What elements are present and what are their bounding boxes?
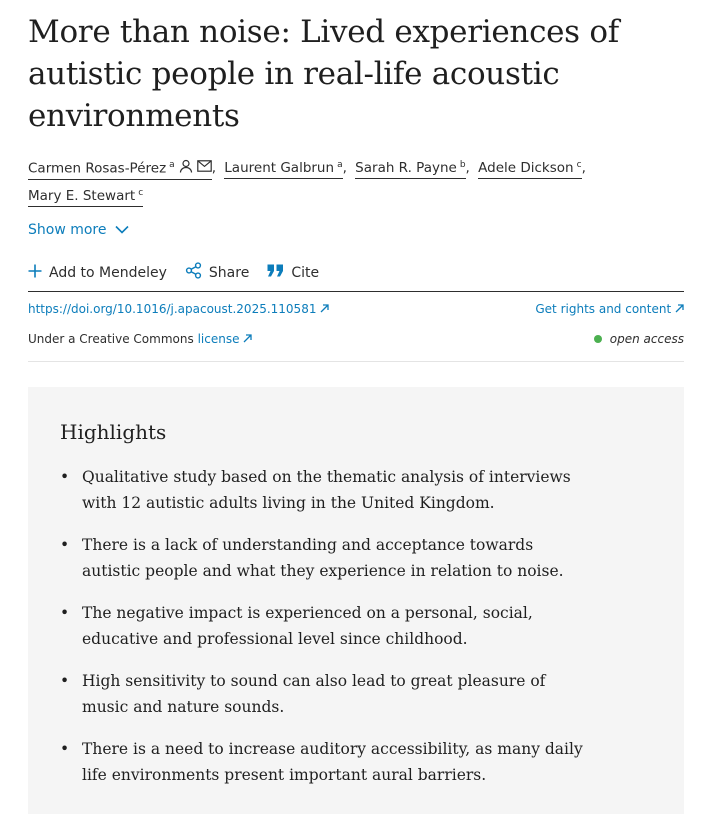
author-link[interactable]: Sarah R. Payne b	[355, 159, 466, 179]
list-item: Qualitative study based on the thematic …	[60, 464, 590, 516]
license-row: Under a Creative Commons license open ac…	[28, 332, 684, 346]
external-link-icon	[320, 302, 329, 316]
rights-link[interactable]: Get rights and content	[535, 302, 684, 316]
share-button[interactable]: Share	[185, 262, 249, 283]
list-item: The negative impact is experienced on a …	[60, 600, 590, 652]
divider	[28, 361, 684, 362]
author-link[interactable]: Carmen Rosas-Pérez a	[28, 159, 212, 180]
author-link[interactable]: Laurent Galbrun a	[224, 159, 343, 179]
highlights-box: Highlights Qualitative study based on th…	[28, 387, 684, 814]
author-list: Carmen Rosas-Pérez a, Laurent Galbrun a, S…	[28, 156, 668, 208]
quote-icon	[267, 264, 284, 281]
external-link-icon	[243, 334, 252, 343]
article-title: More than noise: Lived experiences of au…	[28, 14, 619, 134]
external-link-icon	[675, 302, 684, 316]
highlights-title: Highlights	[60, 420, 167, 444]
open-access-dot-icon	[593, 335, 602, 343]
list-item: There is a need to increase auditory acc…	[60, 736, 590, 788]
cite-button[interactable]: Cite	[267, 264, 319, 281]
open-access-badge: open access	[593, 332, 684, 346]
list-item: High sensitivity to sound can also lead …	[60, 668, 590, 720]
share-icon	[185, 262, 202, 283]
doi-row: https://doi.org/10.1016/j.apacoust.2025.…	[28, 302, 684, 316]
article-actions: Add to Mendeley Share Cite	[28, 262, 337, 283]
person-icon[interactable]	[179, 159, 193, 178]
author-link[interactable]: Adele Dickson c	[478, 159, 582, 179]
license-link[interactable]: license	[198, 332, 253, 346]
add-to-mendeley-button[interactable]: Add to Mendeley	[28, 264, 167, 282]
list-item: There is a lack of understanding and acc…	[60, 532, 590, 584]
author-link[interactable]: Mary E. Stewart c	[28, 187, 144, 207]
email-icon[interactable]	[196, 159, 212, 177]
doi-link[interactable]: https://doi.org/10.1016/j.apacoust.2025.…	[28, 302, 329, 316]
license-text: Under a Creative Commons license	[28, 332, 252, 346]
chevron-down-icon	[114, 222, 129, 238]
highlights-list: Qualitative study based on the thematic …	[60, 464, 590, 804]
plus-icon	[28, 264, 42, 282]
show-more-button[interactable]: Show more	[28, 222, 129, 238]
divider	[28, 291, 684, 292]
